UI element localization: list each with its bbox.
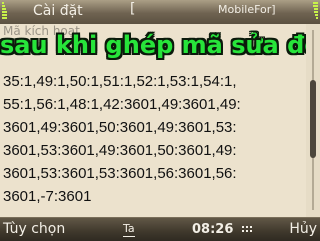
clock-time: 08:26 — [192, 222, 234, 237]
code-line: 3601,53:3601,49:3601,50:3601,49: — [3, 142, 237, 159]
vertical-scrollbar[interactable] — [306, 24, 320, 217]
options-softkey[interactable]: Tùy chọn — [3, 221, 65, 238]
input-mode-indicator: Ta — [123, 222, 135, 237]
title-bar: Cài đặt [ MobileFor] — [0, 0, 320, 25]
code-line: 3601,-7:3601 — [3, 188, 92, 205]
more-options-icon — [242, 226, 252, 234]
cancel-softkey[interactable]: Hủy — [289, 221, 317, 238]
app-title: Cài đặt — [33, 3, 83, 19]
tab-separator: [ — [130, 1, 136, 17]
text-viewer[interactable]: Mã kích hoạt sau khi ghép mã sửa đổ 35:1… — [0, 24, 306, 217]
code-text-block: 35:1,49:1,50:1,51:1,52:1,53:1,54:1, 55:1… — [3, 70, 303, 208]
softkey-bar: Tùy chọn Ta 08:26 Hủy — [0, 217, 320, 241]
code-line: 55:1,56:1,48:1,42:3601,49:3601,49: — [3, 96, 241, 113]
code-line: 3601,49:3601,50:3601,49:3601,53: — [3, 119, 237, 136]
overlay-caption: sau khi ghép mã sửa đổ — [0, 31, 306, 59]
battery-level-icon — [313, 2, 318, 21]
signal-strength-icon — [2, 2, 7, 21]
code-line: 3601,53:3601,53:3601,56:3601,56: — [3, 165, 237, 182]
tab-name[interactable]: MobileFor] — [218, 3, 276, 17]
scrollbar-thumb[interactable] — [310, 80, 316, 158]
code-line: 35:1,49:1,50:1,51:1,52:1,53:1,54:1, — [3, 73, 237, 90]
